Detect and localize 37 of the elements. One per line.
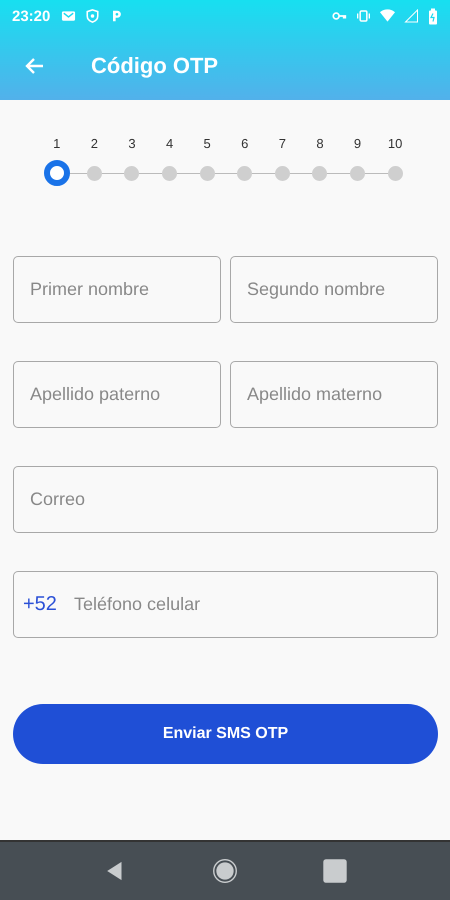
step-number: 1: [53, 136, 60, 152]
step-dot[interactable]: [312, 166, 328, 180]
step-dot[interactable]: [124, 166, 140, 180]
step-dot[interactable]: [200, 166, 215, 180]
input-field[interactable]: Apellido materno: [230, 361, 438, 428]
step-number: 8: [316, 136, 324, 152]
step-number: 10: [388, 136, 402, 152]
step-number: 7: [278, 136, 286, 152]
step-dot[interactable]: [44, 160, 70, 186]
vibrate-icon: [356, 9, 371, 23]
signal-icon: [404, 9, 419, 23]
battery-icon: [428, 8, 438, 24]
step-dot[interactable]: [237, 166, 252, 180]
step-number: 3: [128, 136, 136, 152]
country-code: +52: [23, 592, 57, 616]
step-number: 5: [204, 136, 211, 152]
step-number: 6: [241, 136, 248, 152]
step-number: 4: [166, 136, 174, 152]
send-sms-button[interactable]: Enviar SMS OTP: [13, 704, 438, 764]
step-dot[interactable]: [86, 166, 102, 180]
step-number: 2: [90, 136, 98, 152]
status-time: 23:20: [12, 8, 50, 24]
step-dot[interactable]: [388, 166, 403, 180]
input-field[interactable]: Primer nombre: [13, 256, 221, 323]
mail-icon: [61, 9, 76, 23]
wifi-icon: [380, 9, 395, 23]
step-number: 9: [354, 136, 362, 152]
input-field[interactable]: Apellido paterno: [13, 361, 221, 428]
step-dot[interactable]: [274, 166, 290, 180]
step-dot[interactable]: [162, 166, 178, 180]
input-field[interactable]: Segundo nombre: [230, 256, 438, 323]
screen-title: Código OTP: [91, 53, 218, 79]
home-icon[interactable]: [212, 858, 238, 884]
shield-icon: [85, 9, 100, 23]
step-dot[interactable]: [350, 166, 366, 180]
input-field[interactable]: Correo: [13, 466, 438, 533]
overview-icon[interactable]: [322, 858, 348, 884]
